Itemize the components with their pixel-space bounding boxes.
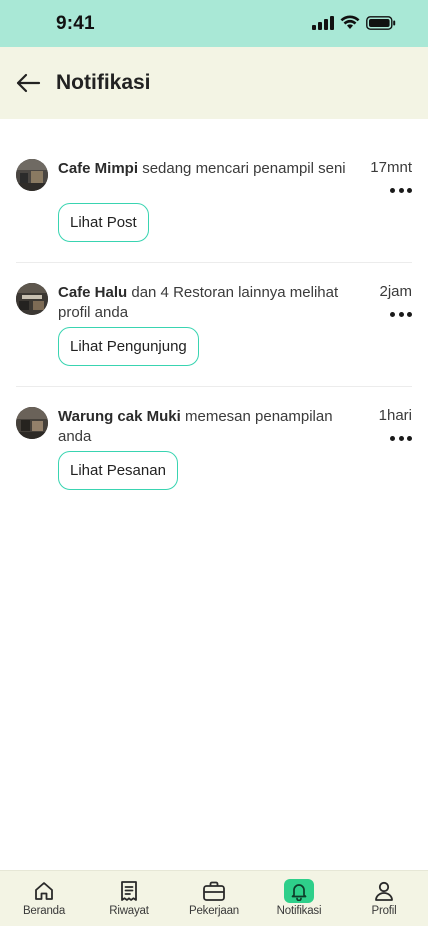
nav-label: Pekerjaan — [189, 905, 239, 917]
divider — [16, 262, 412, 263]
status-bar: 9:41 — [0, 0, 428, 47]
notification-time: 17mnt — [370, 159, 412, 176]
notification-time: 2jam — [379, 283, 412, 300]
briefcase-icon — [199, 879, 229, 903]
status-icons — [312, 15, 396, 30]
nav-item-pekerjaan[interactable]: Pekerjaan — [174, 879, 254, 917]
battery-icon — [366, 15, 396, 30]
nav-item-profil[interactable]: Profil — [344, 879, 424, 917]
wifi-icon — [340, 15, 360, 29]
page-title: Notifikasi — [56, 71, 151, 94]
view-visitors-button[interactable]: Lihat Pengunjung — [58, 327, 199, 366]
nav-label: Beranda — [22, 905, 66, 917]
nav-label: Notifikasi — [276, 905, 322, 917]
nav-item-riwayat[interactable]: Riwayat — [89, 879, 169, 917]
avatar — [16, 407, 48, 439]
view-order-button[interactable]: Lihat Pesanan — [58, 451, 178, 490]
notification-text: Cafe Halu dan 4 Restoran lainnya melihat… — [58, 283, 358, 323]
view-post-button[interactable]: Lihat Post — [58, 203, 149, 242]
notification-sender: Cafe Mimpi — [58, 160, 139, 177]
home-icon — [29, 879, 59, 903]
notification-text: Cafe Mimpi sedang mencari penampil seni — [58, 159, 358, 179]
nav-label: Riwayat — [109, 905, 149, 917]
bell-icon — [284, 879, 314, 903]
notification-sender: Cafe Halu — [58, 284, 128, 301]
notification-item[interactable]: Cafe Halu dan 4 Restoran lainnya melihat… — [16, 283, 412, 371]
back-button[interactable] — [12, 69, 44, 97]
arrow-left-icon — [16, 73, 41, 93]
user-icon — [369, 879, 399, 903]
notification-time: 1hari — [378, 407, 412, 424]
nav-item-notifikasi[interactable]: Notifikasi — [259, 879, 339, 917]
more-options-button[interactable] — [390, 431, 412, 445]
notification-sender: Warung cak Muki — [58, 408, 181, 425]
notification-message: sedang mencari penampil seni — [142, 160, 346, 177]
notification-item[interactable]: Cafe Mimpi sedang mencari penampil seni … — [16, 159, 412, 247]
nav-label: Profil — [371, 905, 397, 917]
nav-item-beranda[interactable]: Beranda — [4, 879, 84, 917]
bottom-nav: Beranda Riwayat Pekerjaan Notifikasi Pro… — [0, 870, 428, 926]
app-header: Notifikasi — [0, 47, 428, 119]
notification-text: Warung cak Muki memesan penampilan anda — [58, 407, 358, 447]
signal-icon — [312, 15, 334, 30]
receipt-icon — [114, 879, 144, 903]
avatar — [16, 159, 48, 191]
divider — [16, 386, 412, 387]
notification-item[interactable]: Warung cak Muki memesan penampilan anda … — [16, 407, 412, 495]
more-options-button[interactable] — [390, 307, 412, 321]
status-time: 9:41 — [56, 13, 95, 34]
more-options-button[interactable] — [390, 183, 412, 197]
avatar — [16, 283, 48, 315]
